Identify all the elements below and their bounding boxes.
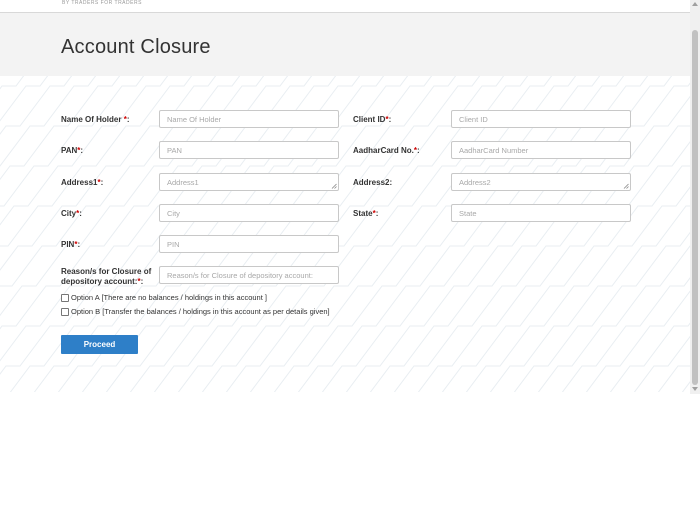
option-b-label[interactable]: Option B [Transfer the balances / holdin… [71, 307, 330, 317]
label-text: Reason/s for Closure of [61, 267, 152, 276]
client-id-input[interactable]: Client ID [451, 110, 631, 128]
name-of-holder-label: Name Of Holder *: [61, 115, 129, 125]
address1-textarea[interactable]: Address1 [159, 173, 339, 191]
scroll-up-arrow-icon[interactable] [692, 2, 698, 6]
page-header-band: Account Closure [0, 13, 690, 76]
client-id-label: Client ID*: [353, 115, 391, 125]
label-colon: : [126, 115, 130, 124]
label-colon: : [417, 146, 420, 155]
label-text: Address2: [353, 178, 393, 187]
label-text: AadharCard No. [353, 146, 414, 155]
pattern-line [633, 335, 690, 392]
placeholder-text: Address1 [167, 178, 199, 187]
label-colon: : [79, 209, 82, 218]
pattern-line [0, 76, 25, 90]
state-input[interactable]: State [451, 204, 631, 222]
scrollbar-thumb[interactable] [692, 30, 698, 385]
pan-input[interactable]: PAN [159, 141, 339, 159]
brand-tagline: BY TRADERS FOR TRADERS [62, 0, 142, 6]
label-colon: : [100, 178, 104, 187]
proceed-button[interactable]: Proceed [61, 335, 138, 354]
pattern-line [0, 76, 12, 392]
label-text: City [61, 209, 77, 218]
label-text: Name Of Holder [61, 115, 124, 124]
label-colon: : [140, 277, 144, 286]
option-b-checkbox[interactable] [61, 308, 69, 316]
resize-grip-icon[interactable] [623, 183, 629, 189]
label-colon: : [80, 146, 84, 155]
aadhar-label: AadharCard No.*: [353, 146, 420, 156]
label-text: PAN [61, 146, 78, 155]
label-text: depository account: [61, 277, 138, 286]
label-text: State [353, 209, 373, 218]
top-navbar: BY TRADERS FOR TRADERS [0, 0, 690, 13]
pattern-line [0, 76, 1, 77]
address2-textarea[interactable]: Address2 [451, 173, 631, 191]
label-colon: : [388, 115, 392, 124]
option-a-checkbox[interactable] [61, 294, 69, 302]
address2-label: Address2: [353, 178, 392, 188]
label-text: PIN [61, 240, 75, 249]
city-label: City*: [61, 209, 82, 219]
label-text: Address1 [61, 178, 98, 187]
placeholder-text: Address2 [459, 178, 491, 187]
label-text: Client ID [353, 115, 386, 124]
label-colon: : [375, 209, 379, 218]
aadhar-input[interactable]: AadharCard Number [451, 141, 631, 159]
option-b-row[interactable]: Option B [Transfer the balances / holdin… [61, 307, 330, 317]
page-title: Account Closure [61, 36, 211, 58]
option-a-row[interactable]: Option A [There are no balances / holdin… [61, 293, 267, 303]
reason-label: Reason/s for Closure of depository accou… [61, 267, 151, 287]
label-colon: : [77, 240, 81, 249]
resize-grip-icon[interactable] [331, 183, 337, 189]
pan-label: PAN*: [61, 146, 83, 156]
scroll-down-arrow-icon[interactable] [692, 387, 698, 391]
pin-input[interactable]: PIN [159, 235, 339, 253]
page-blank-area [0, 394, 700, 524]
pin-label: PIN*: [61, 240, 80, 250]
pattern-line [681, 381, 690, 392]
reason-input[interactable]: Reason/s for Closure of depository accou… [159, 266, 339, 284]
name-of-holder-input[interactable]: Name Of Holder [159, 110, 339, 128]
city-input[interactable]: City [159, 204, 339, 222]
state-label: State*: [353, 209, 378, 219]
option-a-label[interactable]: Option A [There are no balances / holdin… [71, 293, 267, 303]
address1-label: Address1*: [61, 178, 103, 188]
